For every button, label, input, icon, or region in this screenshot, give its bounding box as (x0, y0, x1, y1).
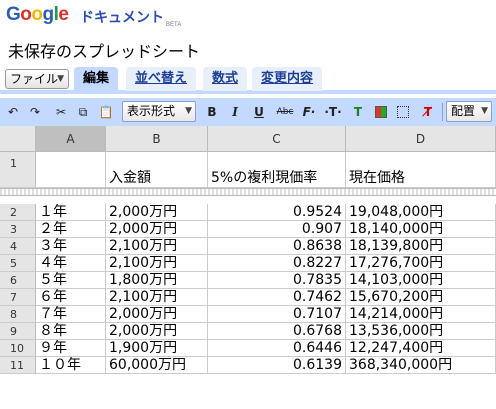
redo-icon[interactable]: ↷ (28, 102, 42, 122)
file-menu-button[interactable]: ファイル ▼ (5, 69, 69, 89)
product-name: ドキュメント (80, 10, 164, 26)
cell-rate[interactable]: 0.6446 (208, 340, 346, 357)
underline-button[interactable]: U (252, 102, 266, 122)
cell-year[interactable]: １０年 (36, 357, 106, 374)
cell-rate[interactable]: 0.6768 (208, 323, 346, 340)
header-cell-rate[interactable]: 5%の複利現価率 (208, 152, 346, 188)
cell-year[interactable]: ５年 (36, 272, 106, 289)
row-header[interactable]: 4 (0, 238, 36, 255)
row-header[interactable]: 5 (0, 255, 36, 272)
cell-rate[interactable]: 0.8227 (208, 255, 346, 272)
chevron-down-icon: ▼ (185, 106, 192, 116)
file-menu-label: ファイル (10, 72, 59, 86)
clear-format-icon[interactable]: T̸ (420, 102, 436, 122)
cell-amount[interactable]: 2,000万円 (106, 306, 208, 323)
toolbar: ↶ ↷ ✂ ⧉ 📋 表示形式 ▼ B I U Abc F· ·T· T T̸ 配… (0, 98, 496, 126)
cell-present-value[interactable]: 17,276,700円 (346, 255, 496, 272)
cell-year[interactable]: ２年 (36, 221, 106, 238)
beta-badge: BETA (166, 22, 182, 28)
bold-button[interactable]: B (205, 102, 219, 122)
freeze-bar[interactable] (0, 188, 496, 196)
column-header-c[interactable]: C (208, 126, 346, 152)
row-header[interactable]: 8 (0, 306, 36, 323)
cell-present-value[interactable]: 13,536,000円 (346, 323, 496, 340)
row-header[interactable]: 1 (0, 152, 36, 188)
cell-year[interactable]: ３年 (36, 238, 106, 255)
cell-rate[interactable]: 0.8638 (208, 238, 346, 255)
cell-rate[interactable]: 0.6139 (208, 357, 346, 374)
row-header[interactable]: 3 (0, 221, 36, 238)
cell-amount[interactable]: 2,000万円 (106, 323, 208, 340)
align-select[interactable]: 配置 ▼ (446, 101, 492, 122)
format-select-label: 表示形式 (127, 104, 176, 118)
cell-amount[interactable]: 60,000万円 (106, 357, 208, 374)
tab-revisions[interactable]: 変更内容 (252, 67, 323, 91)
format-select[interactable]: 表示形式 ▼ (122, 101, 196, 122)
cut-icon[interactable]: ✂ (54, 102, 68, 122)
strikethrough-button[interactable]: Abc (274, 102, 296, 122)
column-header-a[interactable]: A (36, 126, 106, 152)
cell-year[interactable]: ６年 (36, 289, 106, 306)
cell-present-value[interactable]: 15,670,200円 (346, 289, 496, 306)
text-color-icon[interactable]: T (350, 102, 366, 122)
tab-sort[interactable]: 並べ替え (126, 67, 197, 91)
cell-rate[interactable]: 0.7107 (208, 306, 346, 323)
row-header[interactable]: 2 (0, 204, 36, 221)
tab-formulas[interactable]: 数式 (203, 67, 248, 91)
cell-rate[interactable]: 0.7462 (208, 289, 346, 306)
cell-rate[interactable]: 0.9524 (208, 204, 346, 221)
cell-year[interactable]: ４年 (36, 255, 106, 272)
row-header[interactable]: 9 (0, 323, 36, 340)
row-header[interactable]: 6 (0, 272, 36, 289)
font-family-icon[interactable]: F· (300, 102, 318, 122)
row-header[interactable]: 10 (0, 340, 36, 357)
cell-present-value[interactable]: 18,139,800円 (346, 238, 496, 255)
cell-present-value[interactable]: 19,048,000円 (346, 204, 496, 221)
font-size-icon[interactable]: ·T· (322, 102, 344, 122)
tab-edit[interactable]: 編集 (74, 67, 119, 91)
column-header-b[interactable]: B (106, 126, 208, 152)
chevron-down-icon: ▼ (481, 106, 488, 116)
row-header[interactable]: 11 (0, 357, 36, 374)
header-cell-a[interactable] (36, 152, 106, 188)
background-color-icon[interactable] (374, 102, 388, 122)
cell-present-value[interactable]: 12,247,400円 (346, 340, 496, 357)
cell-amount[interactable]: 2,100万円 (106, 238, 208, 255)
header-cell-present-value[interactable]: 現在価格 (346, 152, 496, 188)
undo-icon[interactable]: ↶ (6, 102, 20, 122)
cell-present-value[interactable]: 368,340,000円 (346, 357, 496, 374)
google-logo[interactable]: Google (6, 4, 69, 26)
app-header: Google ドキュメント BETA 未保存のスプレッドシート (0, 0, 496, 64)
cell-year[interactable]: ７年 (36, 306, 106, 323)
italic-button[interactable]: I (228, 102, 242, 122)
cell-year[interactable]: ９年 (36, 340, 106, 357)
corner-cell[interactable] (0, 126, 36, 152)
column-header-d[interactable]: D (346, 126, 496, 152)
cell-amount[interactable]: 2,000万円 (106, 221, 208, 238)
cell-present-value[interactable]: 14,214,000円 (346, 306, 496, 323)
align-select-label: 配置 (451, 104, 476, 118)
header-cell-amount[interactable]: 入金額 (106, 152, 208, 188)
row-header[interactable]: 7 (0, 289, 36, 306)
cell-amount[interactable]: 1,900万円 (106, 340, 208, 357)
cell-amount[interactable]: 2,100万円 (106, 255, 208, 272)
cell-year[interactable]: ８年 (36, 323, 106, 340)
cell-year[interactable]: １年 (36, 204, 106, 221)
paste-icon[interactable]: 📋 (98, 102, 114, 122)
borders-icon[interactable] (396, 102, 410, 122)
cell-amount[interactable]: 1,800万円 (106, 272, 208, 289)
copy-icon[interactable]: ⧉ (76, 102, 90, 122)
cell-present-value[interactable]: 18,140,000円 (346, 221, 496, 238)
cell-amount[interactable]: 2,100万円 (106, 289, 208, 306)
menu-bar: ファイル ▼ 編集 並べ替え 数式 変更内容 (0, 66, 496, 94)
chevron-down-icon: ▼ (57, 74, 64, 84)
toolbar-divider (442, 103, 443, 121)
cell-rate[interactable]: 0.7835 (208, 272, 346, 289)
cell-amount[interactable]: 2,000万円 (106, 204, 208, 221)
cell-rate[interactable]: 0.907 (208, 221, 346, 238)
cell-present-value[interactable]: 14,103,000円 (346, 272, 496, 289)
document-title[interactable]: 未保存のスプレッドシート (8, 38, 200, 62)
